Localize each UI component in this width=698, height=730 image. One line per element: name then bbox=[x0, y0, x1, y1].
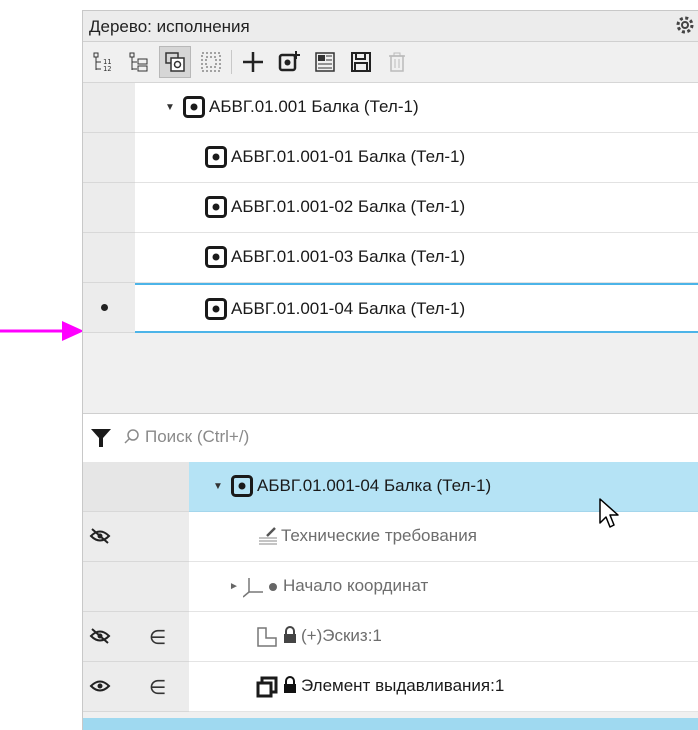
row-cell[interactable]: ► Начало координат bbox=[189, 562, 698, 612]
variant-row[interactable]: АБВГ.01.001-03 Балка (Тел-1) bbox=[83, 233, 698, 283]
model-tree-row[interactable]: ► Начало координат bbox=[83, 562, 698, 612]
annotation-arrow bbox=[0, 321, 84, 341]
eye-icon[interactable] bbox=[89, 677, 111, 700]
structure-list-icon[interactable]: 11 12 bbox=[87, 46, 119, 78]
technical-requirements-icon bbox=[257, 526, 279, 551]
variants-icon[interactable] bbox=[159, 46, 191, 78]
model-tree-label: Начало координат bbox=[283, 576, 429, 595]
body-variant-icon bbox=[205, 196, 227, 223]
variant-label: АБВГ.01.001-03 Балка (Тел-1) bbox=[231, 247, 466, 266]
variant-row[interactable]: ▼ АБВГ.01.001 Балка (Тел-1) bbox=[83, 83, 698, 133]
model-tree-label: (+)Эскиз:1 bbox=[301, 626, 382, 645]
variant-label: АБВГ.01.001-01 Балка (Тел-1) bbox=[231, 147, 466, 166]
point-icon bbox=[269, 583, 277, 591]
body-variant-icon bbox=[205, 298, 227, 325]
highlighted-row-edge bbox=[83, 718, 698, 730]
current-variant-dot-icon bbox=[101, 304, 108, 311]
row-cell[interactable]: Элемент выдавливания:1 bbox=[189, 662, 698, 712]
delete-icon[interactable] bbox=[381, 46, 413, 78]
expand-arrow-icon[interactable]: ▼ bbox=[165, 102, 175, 113]
model-tree-row[interactable]: ∈ (+)Эскиз:1 bbox=[83, 612, 698, 662]
row-gutter bbox=[83, 462, 189, 512]
extrusion-icon bbox=[255, 675, 279, 704]
add-icon[interactable] bbox=[237, 46, 269, 78]
select-frame-icon[interactable] bbox=[195, 46, 227, 78]
row-gutter: ∈ bbox=[83, 662, 189, 712]
mouse-cursor-icon bbox=[599, 498, 619, 528]
create-variant-icon[interactable] bbox=[273, 46, 305, 78]
row-gutter bbox=[83, 562, 189, 612]
lock-icon bbox=[283, 676, 297, 699]
row-cell[interactable]: АБВГ.01.001-03 Балка (Тел-1) bbox=[135, 233, 698, 283]
row-cell[interactable]: АБВГ.01.001-01 Балка (Тел-1) bbox=[135, 133, 698, 183]
row-gutter: ∈ bbox=[83, 612, 189, 662]
search-input[interactable]: Поиск (Ctrl+/) bbox=[145, 427, 249, 447]
toolbar-separator bbox=[231, 50, 232, 74]
row-cell[interactable]: (+)Эскиз:1 bbox=[189, 612, 698, 662]
search-icon bbox=[123, 428, 141, 451]
row-gutter bbox=[83, 283, 135, 333]
variants-tree-panel: Дерево: исполнения 11 12 ▼ АБВГ.01.001 Б… bbox=[82, 10, 698, 730]
row-cell[interactable]: АБВГ.01.001-02 Балка (Тел-1) bbox=[135, 183, 698, 233]
svg-text:12: 12 bbox=[103, 65, 111, 73]
lock-icon bbox=[283, 626, 297, 649]
save-icon[interactable] bbox=[345, 46, 377, 78]
table-icon[interactable] bbox=[309, 46, 341, 78]
body-variant-icon bbox=[231, 475, 253, 502]
variable-element-icon[interactable]: ∈ bbox=[149, 675, 166, 700]
variant-row[interactable]: АБВГ.01.001-01 Балка (Тел-1) bbox=[83, 133, 698, 183]
row-cell[interactable]: АБВГ.01.001-04 Балка (Тел-1) bbox=[135, 283, 698, 333]
hidden-eye-icon[interactable] bbox=[89, 527, 111, 550]
structure-tree-icon[interactable] bbox=[123, 46, 155, 78]
model-tree-row[interactable]: ∈ Элемент выдавливания:1 bbox=[83, 662, 698, 712]
filter-bar: Поиск (Ctrl+/) bbox=[83, 413, 698, 463]
row-gutter bbox=[83, 83, 135, 133]
model-tree-label: Технические требования bbox=[281, 526, 477, 545]
variable-element-icon[interactable]: ∈ bbox=[149, 625, 166, 650]
row-gutter bbox=[83, 233, 135, 283]
variant-label: АБВГ.01.001-02 Балка (Тел-1) bbox=[231, 197, 466, 216]
gear-icon[interactable] bbox=[673, 13, 697, 42]
body-variant-icon bbox=[205, 246, 227, 273]
sketch-icon bbox=[255, 625, 279, 654]
toolbar: 11 12 bbox=[83, 42, 698, 83]
origin-icon bbox=[242, 576, 265, 603]
variant-row-current[interactable]: АБВГ.01.001-04 Балка (Тел-1) bbox=[83, 283, 698, 333]
row-cell[interactable]: ▼ АБВГ.01.001 Балка (Тел-1) bbox=[135, 83, 698, 133]
variant-row[interactable]: АБВГ.01.001-02 Балка (Тел-1) bbox=[83, 183, 698, 233]
row-gutter bbox=[83, 183, 135, 233]
row-gutter bbox=[83, 512, 189, 562]
variant-label: АБВГ.01.001 Балка (Тел-1) bbox=[209, 97, 419, 116]
body-variant-icon bbox=[183, 96, 205, 123]
model-tree-label: АБВГ.01.001-04 Балка (Тел-1) bbox=[257, 476, 492, 495]
model-tree-label: Элемент выдавливания:1 bbox=[301, 676, 505, 695]
row-gutter bbox=[83, 133, 135, 183]
variant-label: АБВГ.01.001-04 Балка (Тел-1) bbox=[231, 299, 466, 318]
hidden-eye-icon[interactable] bbox=[89, 627, 111, 650]
expand-arrow-icon[interactable]: ▼ bbox=[213, 481, 223, 492]
panel-title: Дерево: исполнения bbox=[89, 17, 250, 36]
collapse-arrow-icon[interactable]: ► bbox=[229, 581, 239, 592]
panel-header: Дерево: исполнения bbox=[83, 11, 698, 42]
body-variant-icon bbox=[205, 146, 227, 173]
